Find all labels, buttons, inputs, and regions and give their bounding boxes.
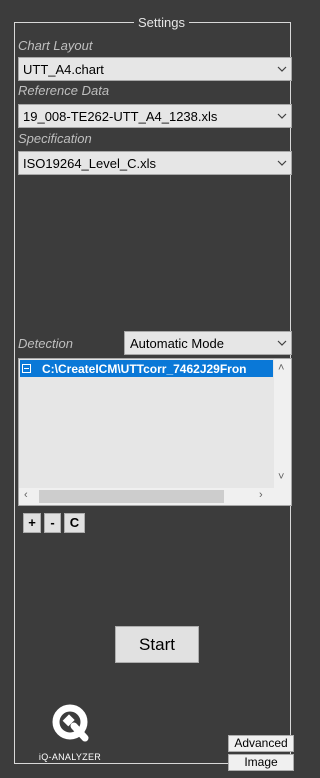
- chevron-down-icon: [274, 332, 291, 354]
- specification-value: ISO19264_Level_C.xls: [23, 156, 156, 171]
- image-button[interactable]: Image: [228, 754, 294, 771]
- chart-layout-dropdown[interactable]: UTT_A4.chart: [18, 57, 292, 81]
- settings-title: Settings: [0, 14, 299, 32]
- detection-mode-value: Automatic Mode: [130, 336, 224, 351]
- triangle-right-icon[interactable]: ›: [259, 490, 263, 501]
- triangle-up-icon[interactable]: ˄: [278, 363, 284, 374]
- detection-label: Detection: [18, 336, 73, 351]
- file-list-item[interactable]: C:\CreateICM\UTTcorr_7462J29Fron: [20, 360, 273, 377]
- chart-layout-label: Chart Layout: [18, 38, 93, 53]
- horizontal-scrollbar[interactable]: ‹ ›: [19, 488, 274, 505]
- file-path: C:\CreateICM\UTTcorr_7462J29Fron: [42, 362, 247, 376]
- advanced-button[interactable]: Advanced: [228, 735, 294, 752]
- vertical-scrollbar[interactable]: ˄ ˅: [274, 359, 291, 488]
- add-file-button[interactable]: +: [23, 513, 41, 533]
- chevron-down-icon: [274, 105, 291, 127]
- remove-file-button[interactable]: -: [44, 513, 61, 533]
- specification-label: Specification: [18, 131, 92, 146]
- reference-data-dropdown[interactable]: 19_008-TE262-UTT_A4_1238.xls: [18, 104, 292, 128]
- reference-data-value: 19_008-TE262-UTT_A4_1238.xls: [23, 109, 218, 124]
- start-button[interactable]: Start: [115, 626, 199, 663]
- specification-dropdown[interactable]: ISO19264_Level_C.xls: [18, 151, 292, 175]
- triangle-down-icon[interactable]: ˅: [278, 472, 284, 483]
- checkbox-icon[interactable]: [22, 364, 31, 373]
- logo-text: iQ-ANALYZER: [38, 752, 102, 762]
- triangle-left-icon[interactable]: ‹: [24, 490, 28, 501]
- chevron-down-icon: [274, 152, 291, 174]
- horizontal-scroll-thumb[interactable]: [39, 490, 224, 503]
- chevron-down-icon: [274, 58, 291, 80]
- clear-files-button[interactable]: C: [64, 513, 85, 533]
- chart-layout-value: UTT_A4.chart: [23, 62, 104, 77]
- detection-mode-dropdown[interactable]: Automatic Mode: [124, 331, 292, 355]
- reference-data-label: Reference Data: [18, 83, 110, 98]
- scrollbar-corner: [274, 488, 291, 505]
- file-listbox[interactable]: C:\CreateICM\UTTcorr_7462J29Fron ˄ ˅ ‹ ›: [18, 358, 292, 506]
- settings-title-text: Settings: [134, 15, 189, 30]
